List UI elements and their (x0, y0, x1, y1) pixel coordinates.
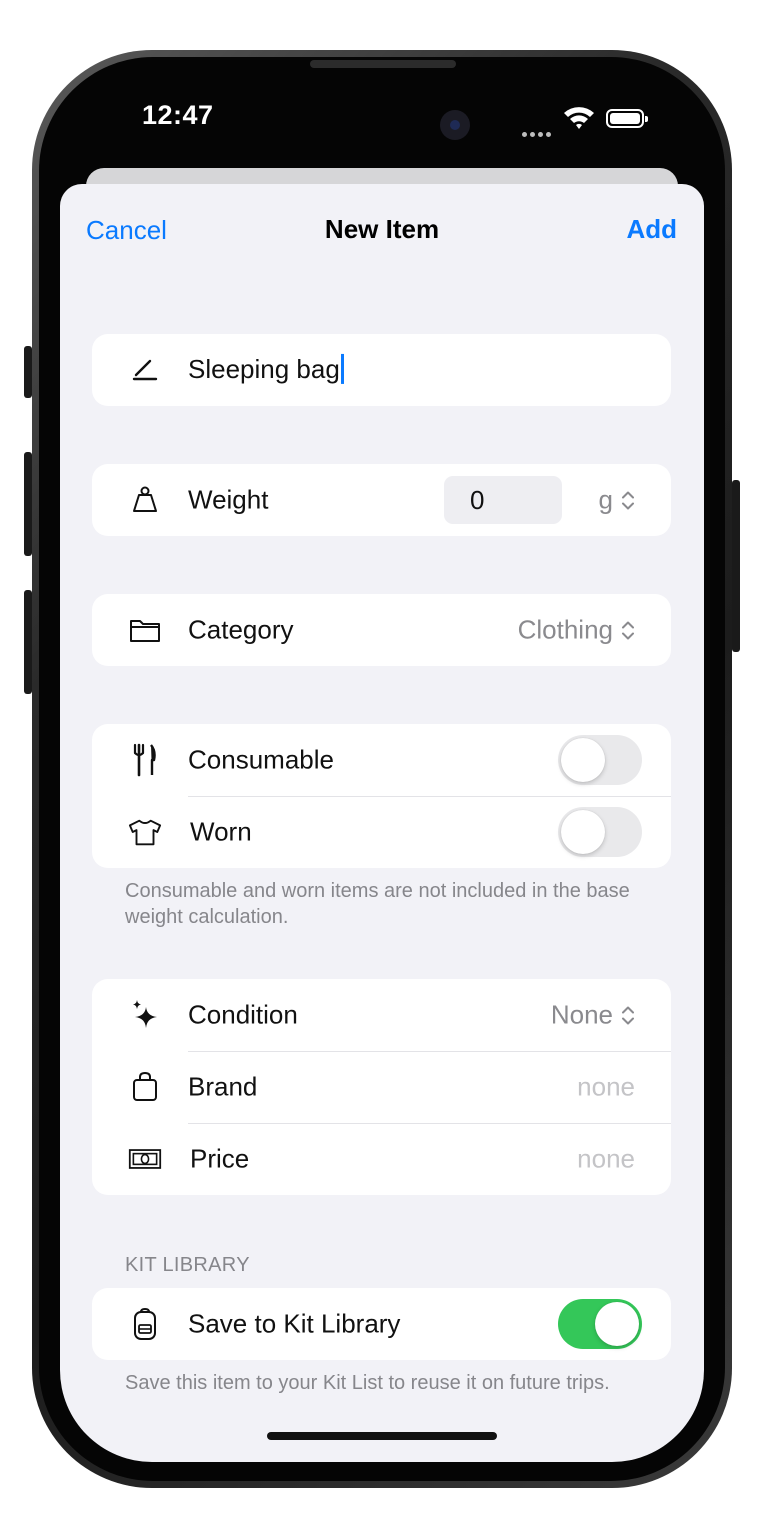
chevron-up-down-icon (621, 618, 635, 642)
toggle-knob (561, 810, 605, 854)
volume-down-button (24, 590, 32, 694)
name-input-text: Sleeping bag (188, 353, 340, 384)
home-indicator[interactable] (267, 1432, 497, 1440)
bag-icon (128, 1070, 162, 1104)
backpack-icon (128, 1307, 162, 1341)
worn-label: Worn (190, 816, 252, 847)
category-label: Category (188, 614, 294, 645)
camera-icon (440, 110, 470, 140)
pencil-icon (128, 353, 162, 387)
name-row[interactable]: Sleeping bag (92, 334, 671, 406)
price-row: Price none (92, 1123, 671, 1195)
weight-icon (128, 483, 162, 517)
chevron-up-down-icon (621, 1003, 635, 1027)
toggle-knob (561, 738, 605, 782)
weight-input[interactable]: 0 (444, 476, 562, 524)
earpiece (310, 60, 456, 68)
category-picker[interactable]: Clothing (518, 615, 635, 646)
toggle-knob (595, 1302, 639, 1346)
category-row[interactable]: Category Clothing (92, 594, 671, 666)
chevron-up-down-icon (621, 488, 635, 512)
worn-row: Worn (92, 796, 671, 868)
wifi-icon (562, 104, 596, 132)
weight-row: Weight 0 g (92, 464, 671, 536)
save-to-kit-label: Save to Kit Library (188, 1308, 401, 1339)
category-group: Category Clothing (92, 594, 671, 666)
details-group: Condition None Brand none Price none (92, 979, 671, 1195)
fork-knife-icon (128, 743, 162, 777)
condition-row[interactable]: Condition None (92, 979, 671, 1051)
kit-library-group: Save to Kit Library (92, 1288, 671, 1360)
name-input[interactable]: Sleeping bag (188, 354, 344, 386)
brand-input[interactable]: none (577, 1072, 635, 1103)
consumable-row: Consumable (92, 724, 671, 796)
volume-up-button (24, 452, 32, 556)
save-to-kit-toggle[interactable] (558, 1299, 642, 1349)
condition-value: None (550, 999, 613, 1030)
status-time: 12:47 (142, 100, 214, 130)
condition-label: Condition (188, 999, 298, 1030)
consumable-toggle[interactable] (558, 735, 642, 785)
condition-picker[interactable]: None (551, 1000, 635, 1031)
kit-library-footnote: Save this item to your Kit List to reuse… (125, 1372, 610, 1394)
text-cursor (340, 354, 344, 385)
battery-icon (606, 109, 648, 128)
folder-icon (128, 613, 162, 647)
weight-unit: g (598, 484, 613, 515)
kit-library-header: KIT LIBRARY (125, 1254, 250, 1276)
flags-group: Consumable Worn (92, 724, 671, 868)
weight-group: Weight 0 g (92, 464, 671, 536)
price-input[interactable]: none (577, 1144, 635, 1175)
price-label: Price (190, 1143, 250, 1174)
save-to-kit-row: Save to Kit Library (92, 1288, 671, 1360)
weight-unit-picker[interactable]: g (599, 485, 635, 516)
sparkles-icon (128, 998, 162, 1032)
sheet-title: New Item (324, 214, 440, 244)
cellular-signal-icon (522, 124, 554, 142)
consumable-label: Consumable (188, 744, 334, 775)
name-group: Sleeping bag (92, 334, 671, 406)
add-button[interactable]: Add (626, 214, 677, 245)
brand-label: Brand (188, 1071, 258, 1102)
weight-label: Weight (188, 484, 269, 515)
new-item-sheet: Cancel New Item Add Sleeping bag Weight (60, 184, 704, 1462)
brand-row: Brand none (92, 1051, 671, 1123)
power-button (732, 480, 740, 652)
flags-footnote: Consumable and worn items are not includ… (125, 880, 630, 928)
tshirt-icon (128, 815, 162, 849)
action-button (24, 346, 32, 398)
worn-toggle[interactable] (558, 807, 642, 857)
category-value: Clothing (517, 614, 613, 645)
banknote-icon (128, 1142, 162, 1176)
